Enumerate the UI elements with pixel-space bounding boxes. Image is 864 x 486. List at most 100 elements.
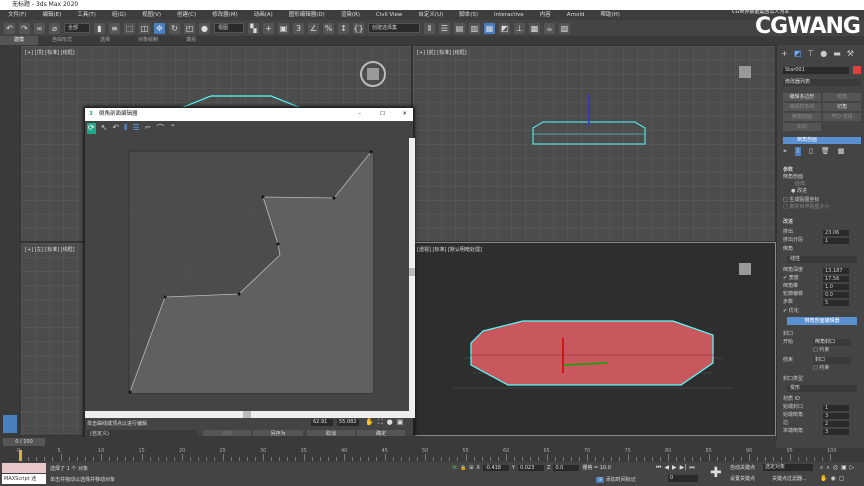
x-coord-field[interactable]: -0.418 [482, 464, 509, 471]
maximize-viewport-icon[interactable]: ▣ [841, 464, 847, 472]
menu-item[interactable]: 创建(C) [169, 10, 204, 20]
menu-item[interactable]: 工具(T) [69, 10, 104, 20]
window-crossing-icon[interactable]: ◫ [139, 22, 150, 34]
display-tab-icon[interactable]: ▬ [833, 49, 841, 58]
bevel-profile-button[interactable]: 倒角剖面 [783, 113, 821, 121]
y-coord-field[interactable]: 0.023 [517, 464, 544, 471]
reset-icon[interactable]: ↶ [112, 123, 119, 134]
ribbon-tab[interactable]: 选择 [86, 36, 124, 45]
pan-icon[interactable]: ✋ [365, 418, 374, 427]
select-by-name-icon[interactable]: ≡ [109, 22, 120, 34]
orbit-icon[interactable]: ◎ [833, 464, 838, 472]
menu-item[interactable]: Civil View [368, 10, 410, 20]
rect-selection-icon[interactable]: ⬚ [124, 22, 135, 34]
viewport-front[interactable]: [+] [前] [标准] [线框] [412, 45, 776, 242]
bevel-id-spinner[interactable]: 3 [823, 413, 849, 419]
menu-item[interactable]: 自定义(U) [410, 10, 451, 20]
object-color-swatch[interactable] [853, 66, 861, 74]
modify-tab-icon[interactable]: ◩ [794, 49, 802, 58]
mirror-icon[interactable]: ⫴ [424, 22, 435, 34]
menu-item[interactable]: 编辑(E) [34, 10, 69, 20]
modifier-list-dropdown[interactable]: 修改器列表 [783, 79, 861, 86]
bevel-profile-editor-button[interactable]: 倒角剖面编辑器 [787, 317, 857, 325]
zoom-all-icon[interactable]: ⌕ [826, 464, 829, 472]
real-world-map-checkbox[interactable]: □ 真实世界贴图大小 [783, 204, 829, 211]
show-end-result-icon[interactable]: I [794, 147, 802, 156]
ref-coord-dropdown[interactable]: 视图 [214, 23, 244, 33]
redo-icon[interactable]: ↷ [19, 22, 30, 34]
end-constrain-checkbox[interactable]: □ 约束 [813, 365, 829, 372]
viewport-perspective[interactable]: [透视] [标准] [默认明暗处理] [412, 242, 776, 436]
play-icon[interactable]: ▶ [672, 464, 677, 472]
horizontal-scrollbar[interactable] [85, 411, 415, 418]
end-cap-dropdown[interactable]: 封口 [813, 357, 851, 364]
menu-item[interactable]: 视图(V) [134, 10, 169, 20]
add-time-tag[interactable]: ⊞ 添加时间标记 [596, 476, 636, 483]
menu-item[interactable]: 文件(F) [0, 10, 34, 20]
curve-editor-icon[interactable]: ◩ [499, 22, 510, 34]
viewport-layout-button[interactable] [3, 415, 17, 433]
lathe-button[interactable]: 车削 [783, 123, 821, 131]
unlink-icon[interactable]: ⌀ [49, 22, 60, 34]
menu-item[interactable]: 脚本(S) [451, 10, 486, 20]
go-to-start-icon[interactable]: ⏮ [656, 464, 661, 472]
improved-rollout[interactable]: 改进 [783, 219, 793, 226]
key-filters-button[interactable]: 关键点过滤器... [772, 475, 807, 482]
selection-filter-dropdown[interactable]: 全部 [64, 23, 90, 33]
ribbon-tab[interactable]: 自由形式 [38, 36, 86, 45]
zoom-icon[interactable]: ⌕ [820, 464, 823, 472]
ffd-select-button[interactable]: FFD 选择 [823, 113, 861, 121]
keyboard-shortcut-icon[interactable]: ▣ [278, 22, 289, 34]
absolute-mode-icon[interactable]: ⊞ [469, 465, 473, 471]
coord-y-field[interactable]: 55.082 [337, 419, 359, 426]
corner-icon[interactable]: ⌐ [145, 123, 152, 134]
select-object-icon[interactable]: ▮ [94, 22, 105, 34]
edit-spline-button[interactable]: 编辑样条线 [783, 103, 821, 111]
time-slider-thumb[interactable]: 0 / 100 [3, 438, 45, 446]
pivot-icon[interactable]: ▚ [248, 22, 259, 34]
scale-icon[interactable]: ◰ [184, 22, 195, 34]
hierarchy-tab-icon[interactable]: ⊤ [807, 49, 814, 58]
zoom-region-icon[interactable]: ▣ [397, 418, 404, 427]
material-editor-icon[interactable]: ▩ [529, 22, 540, 34]
flip-vertical-icon[interactable]: ☰ [132, 123, 139, 134]
sides-spinner[interactable]: 2 [823, 421, 849, 427]
start-cap-dropdown[interactable]: 倒角封口 [813, 339, 851, 346]
gen-map-coords-checkbox[interactable]: □ 生成贴图坐标 [783, 197, 819, 204]
spinner-snap-icon[interactable]: ↕ [338, 22, 349, 34]
pan-view-icon[interactable]: ✋ [820, 475, 827, 482]
placement-icon[interactable]: ● [199, 22, 210, 34]
bevel-depth-spinner[interactable]: 13.187 [823, 268, 849, 274]
set-key-icon[interactable]: ✚ [710, 465, 722, 481]
extrude-spinner[interactable]: 23.06 [823, 230, 849, 236]
timeline[interactable]: 0510152025303540455055606570758085909510… [0, 448, 864, 462]
align-icon[interactable]: ☰ [439, 22, 450, 34]
optimize-checkbox[interactable]: ✔ 优化 [783, 308, 799, 315]
coord-x-field[interactable]: 62.91 [311, 419, 333, 426]
orbit-subobject-icon[interactable]: ◉ [830, 475, 835, 482]
utilities-tab-icon[interactable]: ⚒ [847, 49, 854, 58]
classic-radio[interactable]: 经典 [795, 181, 805, 188]
ribbon-tab[interactable]: 建模 [0, 36, 39, 45]
cap-front-spinner[interactable]: 1 [823, 405, 849, 411]
remove-modifier-icon[interactable]: 🗑 [821, 147, 830, 156]
flip-horizontal-icon[interactable]: ⫴ [124, 123, 127, 134]
bevel-button[interactable]: 倒角 [823, 93, 861, 101]
contour-offset-spinner[interactable]: 0.0 [823, 292, 849, 298]
schematic-view-icon[interactable]: ⊥ [514, 22, 525, 34]
bevel-type-dropdown[interactable]: 线性 [787, 256, 857, 263]
prev-frame-icon[interactable]: ◀ [664, 464, 669, 472]
menu-item[interactable]: 内容 [532, 10, 559, 20]
select-point-icon[interactable]: ↖ [101, 123, 108, 134]
motion-tab-icon[interactable]: ● [820, 49, 827, 58]
bevel-push-spinner[interactable]: 1.0 [823, 284, 849, 290]
width-checkbox[interactable]: ✔ 宽度 [783, 275, 799, 282]
snap-3d-icon[interactable]: 3 [293, 22, 304, 34]
pin-stack-icon[interactable]: ⌖ [783, 147, 787, 156]
timeline-cursor[interactable] [19, 450, 22, 461]
end-bevel-spinner[interactable]: 3 [823, 429, 849, 435]
menu-item[interactable]: 渲染(R) [333, 10, 368, 20]
zoom-icon[interactable]: ● [387, 418, 393, 427]
start-constrain-checkbox[interactable]: □ 约束 [813, 347, 829, 354]
fov-icon[interactable]: ▷ [850, 464, 855, 472]
